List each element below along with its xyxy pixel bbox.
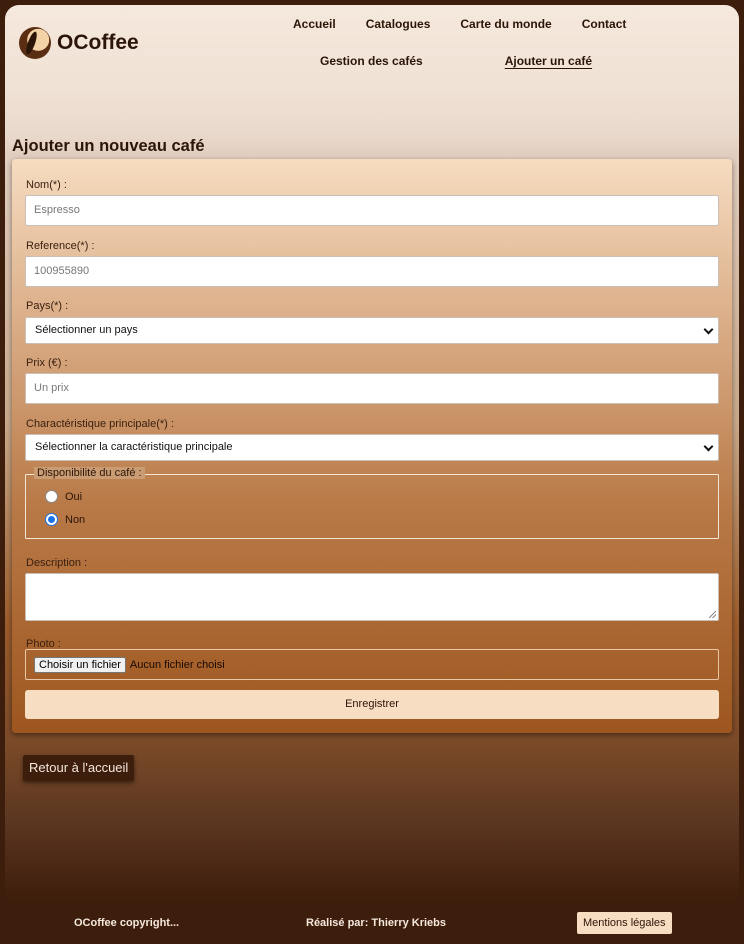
nav-catalogues[interactable]: Catalogues xyxy=(366,17,431,31)
page-content: OCoffee Accueil Catalogues Carte du mond… xyxy=(5,5,739,901)
radio-yes-label: Oui xyxy=(65,490,83,503)
availability-legend: Disponibilité du café : xyxy=(34,467,145,479)
photo-file-input[interactable]: Choisir un fichier Aucun fichier choisi xyxy=(25,649,719,680)
availability-no-option[interactable]: Non xyxy=(45,513,85,526)
add-coffee-form: Nom(*) : Espresso Reference(*) : 1009558… xyxy=(12,159,732,733)
reference-input[interactable]: 100955890 xyxy=(25,256,719,287)
legal-mentions-button[interactable]: Mentions légales xyxy=(577,912,672,934)
radio-yes[interactable] xyxy=(45,490,58,503)
logo[interactable]: OCoffee xyxy=(19,27,139,59)
availability-yes-option[interactable]: Oui xyxy=(45,490,82,503)
name-label: Nom(*) : xyxy=(26,179,67,191)
resize-handle-icon[interactable] xyxy=(709,611,716,618)
chevron-down-icon xyxy=(703,324,714,335)
price-input[interactable]: Un prix xyxy=(25,373,719,404)
main-nav: Accueil Catalogues Carte du monde Contac… xyxy=(293,17,626,31)
feature-label: Charactéristique principale(*) : xyxy=(26,418,174,430)
save-button[interactable]: Enregistrer xyxy=(25,690,719,719)
name-input[interactable]: Espresso xyxy=(25,195,719,226)
description-label: Description : xyxy=(26,557,88,569)
availability-fieldset: Disponibilité du café : Oui Non xyxy=(25,467,719,539)
nav-carte-du-monde[interactable]: Carte du monde xyxy=(460,17,551,31)
nav-contact[interactable]: Contact xyxy=(582,17,627,31)
page-frame: OCoffee Accueil Catalogues Carte du mond… xyxy=(0,0,744,944)
header: OCoffee Accueil Catalogues Carte du mond… xyxy=(5,5,739,135)
description-textarea[interactable] xyxy=(25,573,719,621)
feature-select[interactable]: Sélectionner la caractéristique principa… xyxy=(25,434,719,461)
page-title: Ajouter un nouveau café xyxy=(12,137,205,155)
reference-label: Reference(*) : xyxy=(26,240,95,252)
choose-file-button[interactable]: Choisir un fichier xyxy=(34,656,126,673)
no-file-text: Aucun fichier choisi xyxy=(129,658,225,671)
chevron-down-icon xyxy=(703,441,714,452)
back-home-button[interactable]: Retour à l'accueil xyxy=(23,755,135,781)
admin-nav: Gestion des cafés Ajouter un café xyxy=(320,54,592,68)
nav-accueil[interactable]: Accueil xyxy=(293,17,336,31)
copyright-text: OCoffee copyright... xyxy=(74,917,180,929)
nav-ajouter-un-cafe[interactable]: Ajouter un café xyxy=(505,54,592,68)
country-label: Pays(*) : xyxy=(26,300,69,312)
feature-select-value: Sélectionner la caractéristique principa… xyxy=(35,441,233,453)
credit-text: Réalisé par: Thierry Kriebs xyxy=(306,917,447,929)
brand-name: OCoffee xyxy=(57,31,139,54)
radio-no[interactable] xyxy=(45,513,58,526)
coffee-bean-icon xyxy=(19,27,51,59)
radio-no-label: Non xyxy=(65,513,86,526)
country-select[interactable]: Sélectionner un pays xyxy=(25,317,719,344)
country-select-value: Sélectionner un pays xyxy=(35,324,138,336)
nav-gestion-des-cafes[interactable]: Gestion des cafés xyxy=(320,54,423,68)
price-label: Prix (€) : xyxy=(26,357,68,369)
